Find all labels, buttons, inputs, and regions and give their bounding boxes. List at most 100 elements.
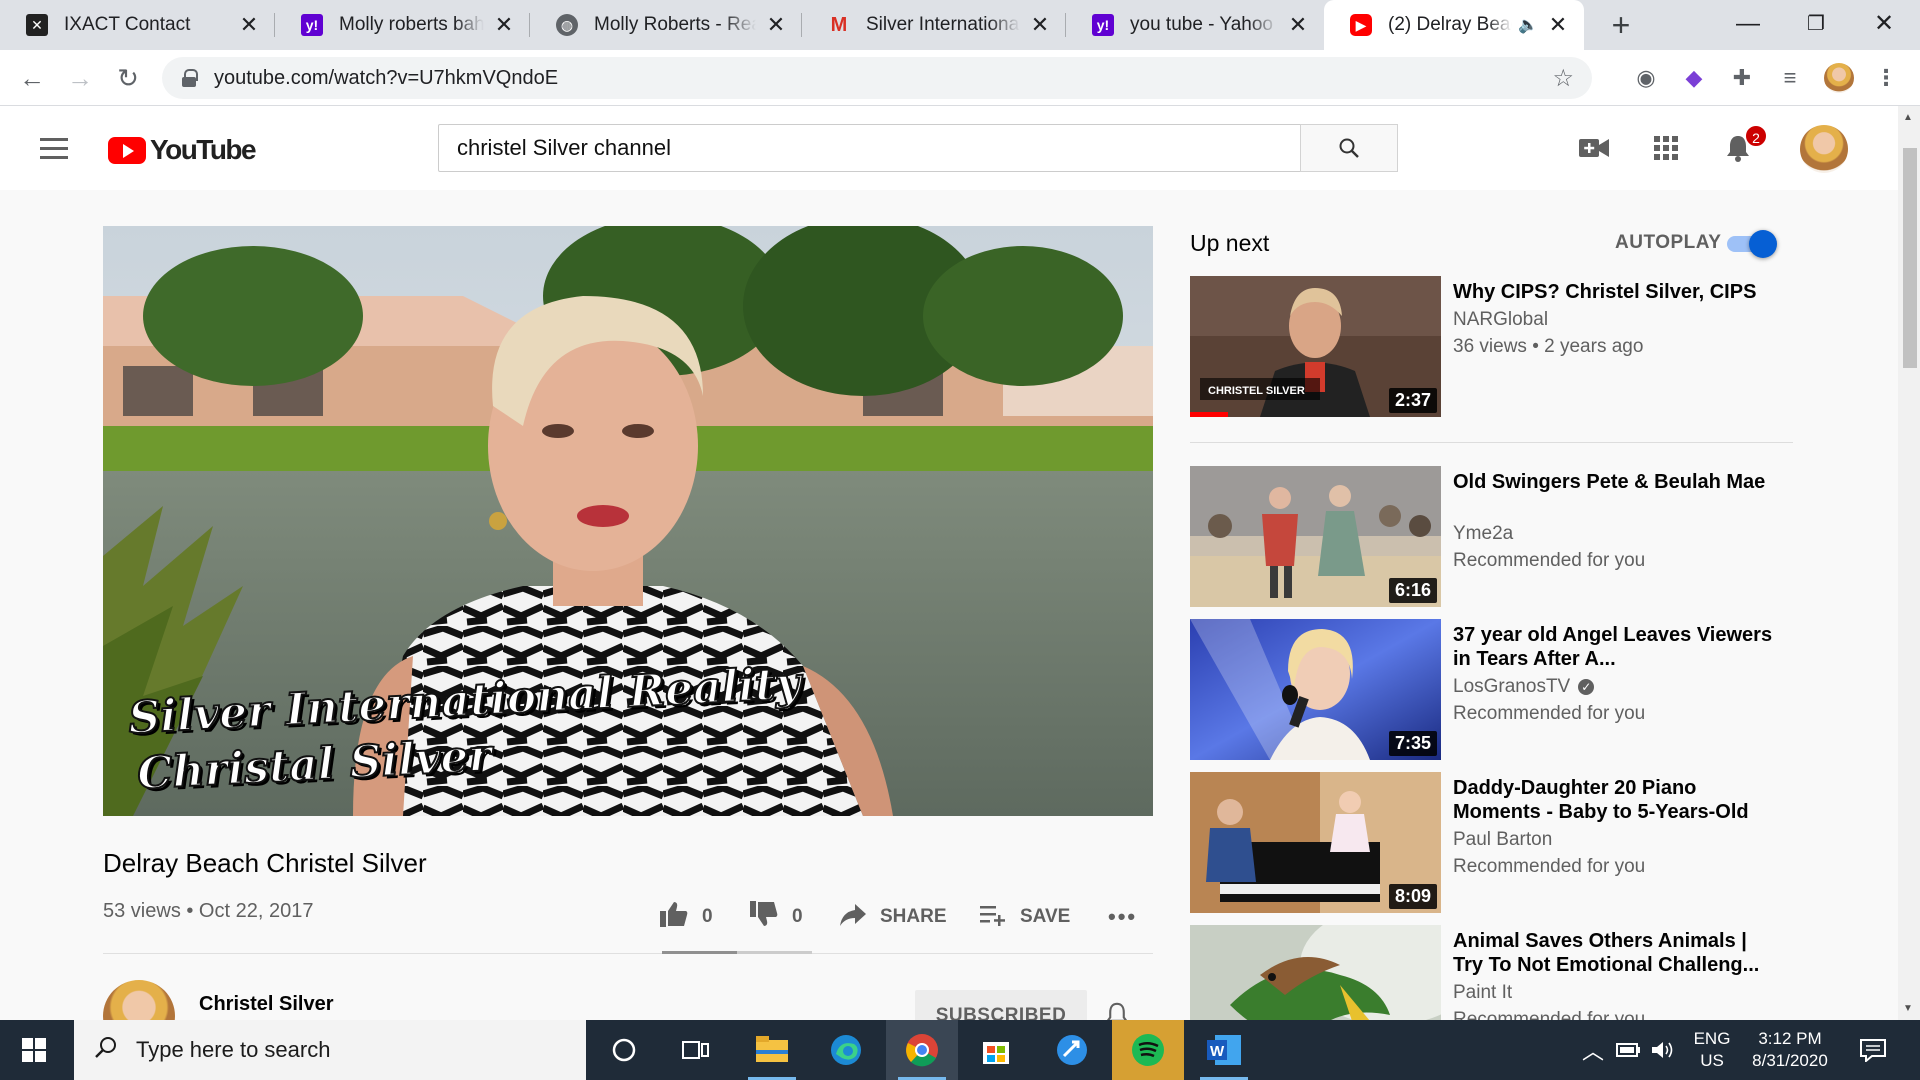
- create-video-icon[interactable]: [1578, 132, 1610, 164]
- save-button[interactable]: SAVE: [980, 900, 1070, 934]
- search-icon: [94, 1035, 118, 1066]
- ixact-icon: ✕: [26, 14, 48, 36]
- word-icon[interactable]: W: [1188, 1020, 1260, 1080]
- taskbar-clock[interactable]: 3:12 PM 8/31/2020: [1742, 1028, 1838, 1072]
- browser-tab[interactable]: M Silver International Realty ✕: [802, 0, 1066, 50]
- page-scrollbar[interactable]: ▲ ▼: [1898, 106, 1920, 1020]
- tab-title: Molly Roberts - Realtor: [594, 14, 756, 35]
- recommended-video[interactable]: 8:09 Daddy-Daughter 20 Piano Moments - B…: [1190, 772, 1800, 914]
- tab-close-icon[interactable]: ✕: [492, 12, 516, 38]
- recommended-video-title[interactable]: Why CIPS? Christel Silver, CIPS: [1453, 280, 1773, 304]
- account-avatar[interactable]: [1800, 125, 1848, 173]
- browser-tab[interactable]: ◍ Molly Roberts - Realtor ✕: [530, 0, 802, 50]
- scroll-up-arrow-icon[interactable]: ▲: [1903, 112, 1913, 123]
- tab-close-icon[interactable]: ✕: [237, 12, 261, 38]
- tab-close-icon[interactable]: ✕: [1028, 12, 1052, 38]
- recommended-video-title[interactable]: Old Swingers Pete & Beulah Mae: [1453, 470, 1773, 494]
- video-duration: 8:09: [1388, 884, 1437, 909]
- battery-icon[interactable]: [1616, 1020, 1640, 1080]
- extensions-puzzle-icon[interactable]: ✚: [1728, 64, 1756, 92]
- media-controls-icon[interactable]: ≡: [1776, 64, 1804, 92]
- tab-title: Molly roberts bahamas: [339, 14, 484, 35]
- windows-start-icon[interactable]: [22, 1038, 46, 1062]
- action-center-icon[interactable]: [1860, 1020, 1886, 1080]
- new-tab-button[interactable]: +: [1604, 8, 1638, 42]
- video-views-date: 53 views • Oct 22, 2017: [103, 900, 314, 922]
- extension-circle-icon[interactable]: ◉: [1632, 64, 1660, 92]
- profile-avatar[interactable]: [1824, 63, 1854, 93]
- video-duration: 7:35: [1388, 731, 1437, 756]
- sync-app-icon[interactable]: [1036, 1020, 1108, 1080]
- address-bar[interactable]: youtube.com/watch?v=U7hkmVQndoE ☆: [162, 57, 1592, 99]
- browser-tab[interactable]: ✕ IXACT Contact ✕: [0, 0, 275, 50]
- extension-gem-icon[interactable]: ◆: [1680, 64, 1708, 92]
- recommended-video[interactable]: 6:16 Old Swingers Pete & Beulah Mae Yme2…: [1190, 466, 1800, 608]
- search-button[interactable]: [1300, 124, 1398, 172]
- video-thumbnail[interactable]: 8:09: [1190, 772, 1441, 913]
- apps-grid-icon[interactable]: [1650, 132, 1682, 164]
- tab-close-icon[interactable]: ✕: [764, 12, 788, 38]
- restore-button[interactable]: ❐: [1786, 6, 1846, 42]
- tray-overflow-chevron-icon[interactable]: ︿: [1582, 1020, 1604, 1080]
- youtube-logo[interactable]: YouTube: [108, 134, 257, 166]
- recommended-video[interactable]: CHRISTEL SILVER 2:37 Why CIPS? Christel …: [1190, 276, 1800, 418]
- back-icon[interactable]: ←: [14, 60, 50, 96]
- guide-menu-icon[interactable]: [40, 138, 68, 159]
- forward-icon[interactable]: →: [62, 60, 98, 96]
- recommended-video-channel[interactable]: LosGranosTV ✓: [1453, 676, 1595, 698]
- scrollbar-thumb[interactable]: [1903, 148, 1917, 368]
- like-dislike-sentiment-bar: [662, 951, 812, 954]
- tab-title: IXACT Contact: [64, 14, 191, 35]
- minimize-button[interactable]: —: [1718, 6, 1778, 42]
- video-thumbnail[interactable]: 7:35: [1190, 619, 1441, 760]
- recommended-video-title[interactable]: 37 year old Angel Leaves Viewers in Tear…: [1453, 623, 1773, 671]
- more-actions-button[interactable]: •••: [1108, 900, 1137, 934]
- cortana-icon[interactable]: [588, 1020, 660, 1080]
- speaker-icon[interactable]: 🔈: [1518, 15, 1538, 35]
- recommended-video-channel[interactable]: Paint It: [1453, 982, 1512, 1004]
- chrome-menu-icon[interactable]: ⋮: [1872, 64, 1900, 92]
- video-thumbnail[interactable]: [1190, 925, 1441, 1020]
- browser-tab[interactable]: y! Molly roberts bahamas ✕: [275, 0, 530, 50]
- taskbar-search-box[interactable]: Type here to search: [74, 1020, 586, 1080]
- reload-icon[interactable]: ↻: [110, 60, 146, 96]
- dislike-button[interactable]: 0: [750, 900, 803, 934]
- input-language-indicator[interactable]: ENG US: [1692, 1028, 1732, 1072]
- share-button[interactable]: SHARE: [840, 900, 947, 934]
- thumbs-up-icon: [660, 901, 688, 934]
- video-thumbnail[interactable]: CHRISTEL SILVER 2:37: [1190, 276, 1441, 417]
- recommended-video-channel[interactable]: Yme2a: [1453, 523, 1513, 545]
- scroll-down-arrow-icon[interactable]: ▼: [1903, 1003, 1913, 1014]
- tab-close-icon[interactable]: ✕: [1286, 12, 1310, 38]
- chrome-browser-icon[interactable]: [886, 1020, 958, 1080]
- browser-tab[interactable]: y! you tube - Yahoo Search ✕: [1066, 0, 1324, 50]
- browser-tab-active[interactable]: ▶ (2) Delray Beach 🔈 ✕: [1324, 0, 1584, 50]
- video-thumbnail[interactable]: 6:16: [1190, 466, 1441, 607]
- microsoft-store-icon[interactable]: [960, 1020, 1032, 1080]
- file-explorer-icon[interactable]: [736, 1020, 808, 1080]
- autoplay-toggle[interactable]: [1727, 230, 1777, 258]
- task-view-icon[interactable]: [660, 1020, 732, 1080]
- recommended-video-title[interactable]: Daddy-Daughter 20 Piano Moments - Baby t…: [1453, 776, 1773, 824]
- search-input[interactable]: christel Silver channel: [438, 124, 1301, 172]
- recommended-video-channel[interactable]: NARGlobal: [1453, 309, 1548, 331]
- edge-browser-icon[interactable]: [810, 1020, 882, 1080]
- recommended-video[interactable]: Animal Saves Others Animals | Try To Not…: [1190, 925, 1800, 1020]
- tab-title: you tube - Yahoo Search: [1130, 14, 1278, 35]
- spotify-icon[interactable]: [1112, 1020, 1184, 1080]
- autoplay-label: AUTOPLAY: [1615, 232, 1722, 253]
- volume-icon[interactable]: [1652, 1020, 1674, 1080]
- yahoo-icon: y!: [1092, 14, 1114, 36]
- bookmark-star-icon[interactable]: ☆: [1552, 64, 1574, 93]
- video-player[interactable]: Silver International Reality Christal Si…: [103, 226, 1153, 816]
- svg-text:W: W: [1210, 1043, 1225, 1060]
- tab-close-icon[interactable]: ✕: [1546, 12, 1570, 38]
- lock-icon: [182, 69, 198, 87]
- recommended-video-title[interactable]: Animal Saves Others Animals | Try To Not…: [1453, 929, 1773, 977]
- recommended-video-channel[interactable]: Paul Barton: [1453, 829, 1552, 851]
- recommended-video-meta: 36 views • 2 years ago: [1453, 336, 1644, 357]
- recommended-video[interactable]: 7:35 37 year old Angel Leaves Viewers in…: [1190, 619, 1800, 761]
- channel-name[interactable]: Christel Silver: [199, 993, 334, 1016]
- like-button[interactable]: 0: [660, 900, 713, 934]
- close-window-button[interactable]: ✕: [1854, 6, 1914, 42]
